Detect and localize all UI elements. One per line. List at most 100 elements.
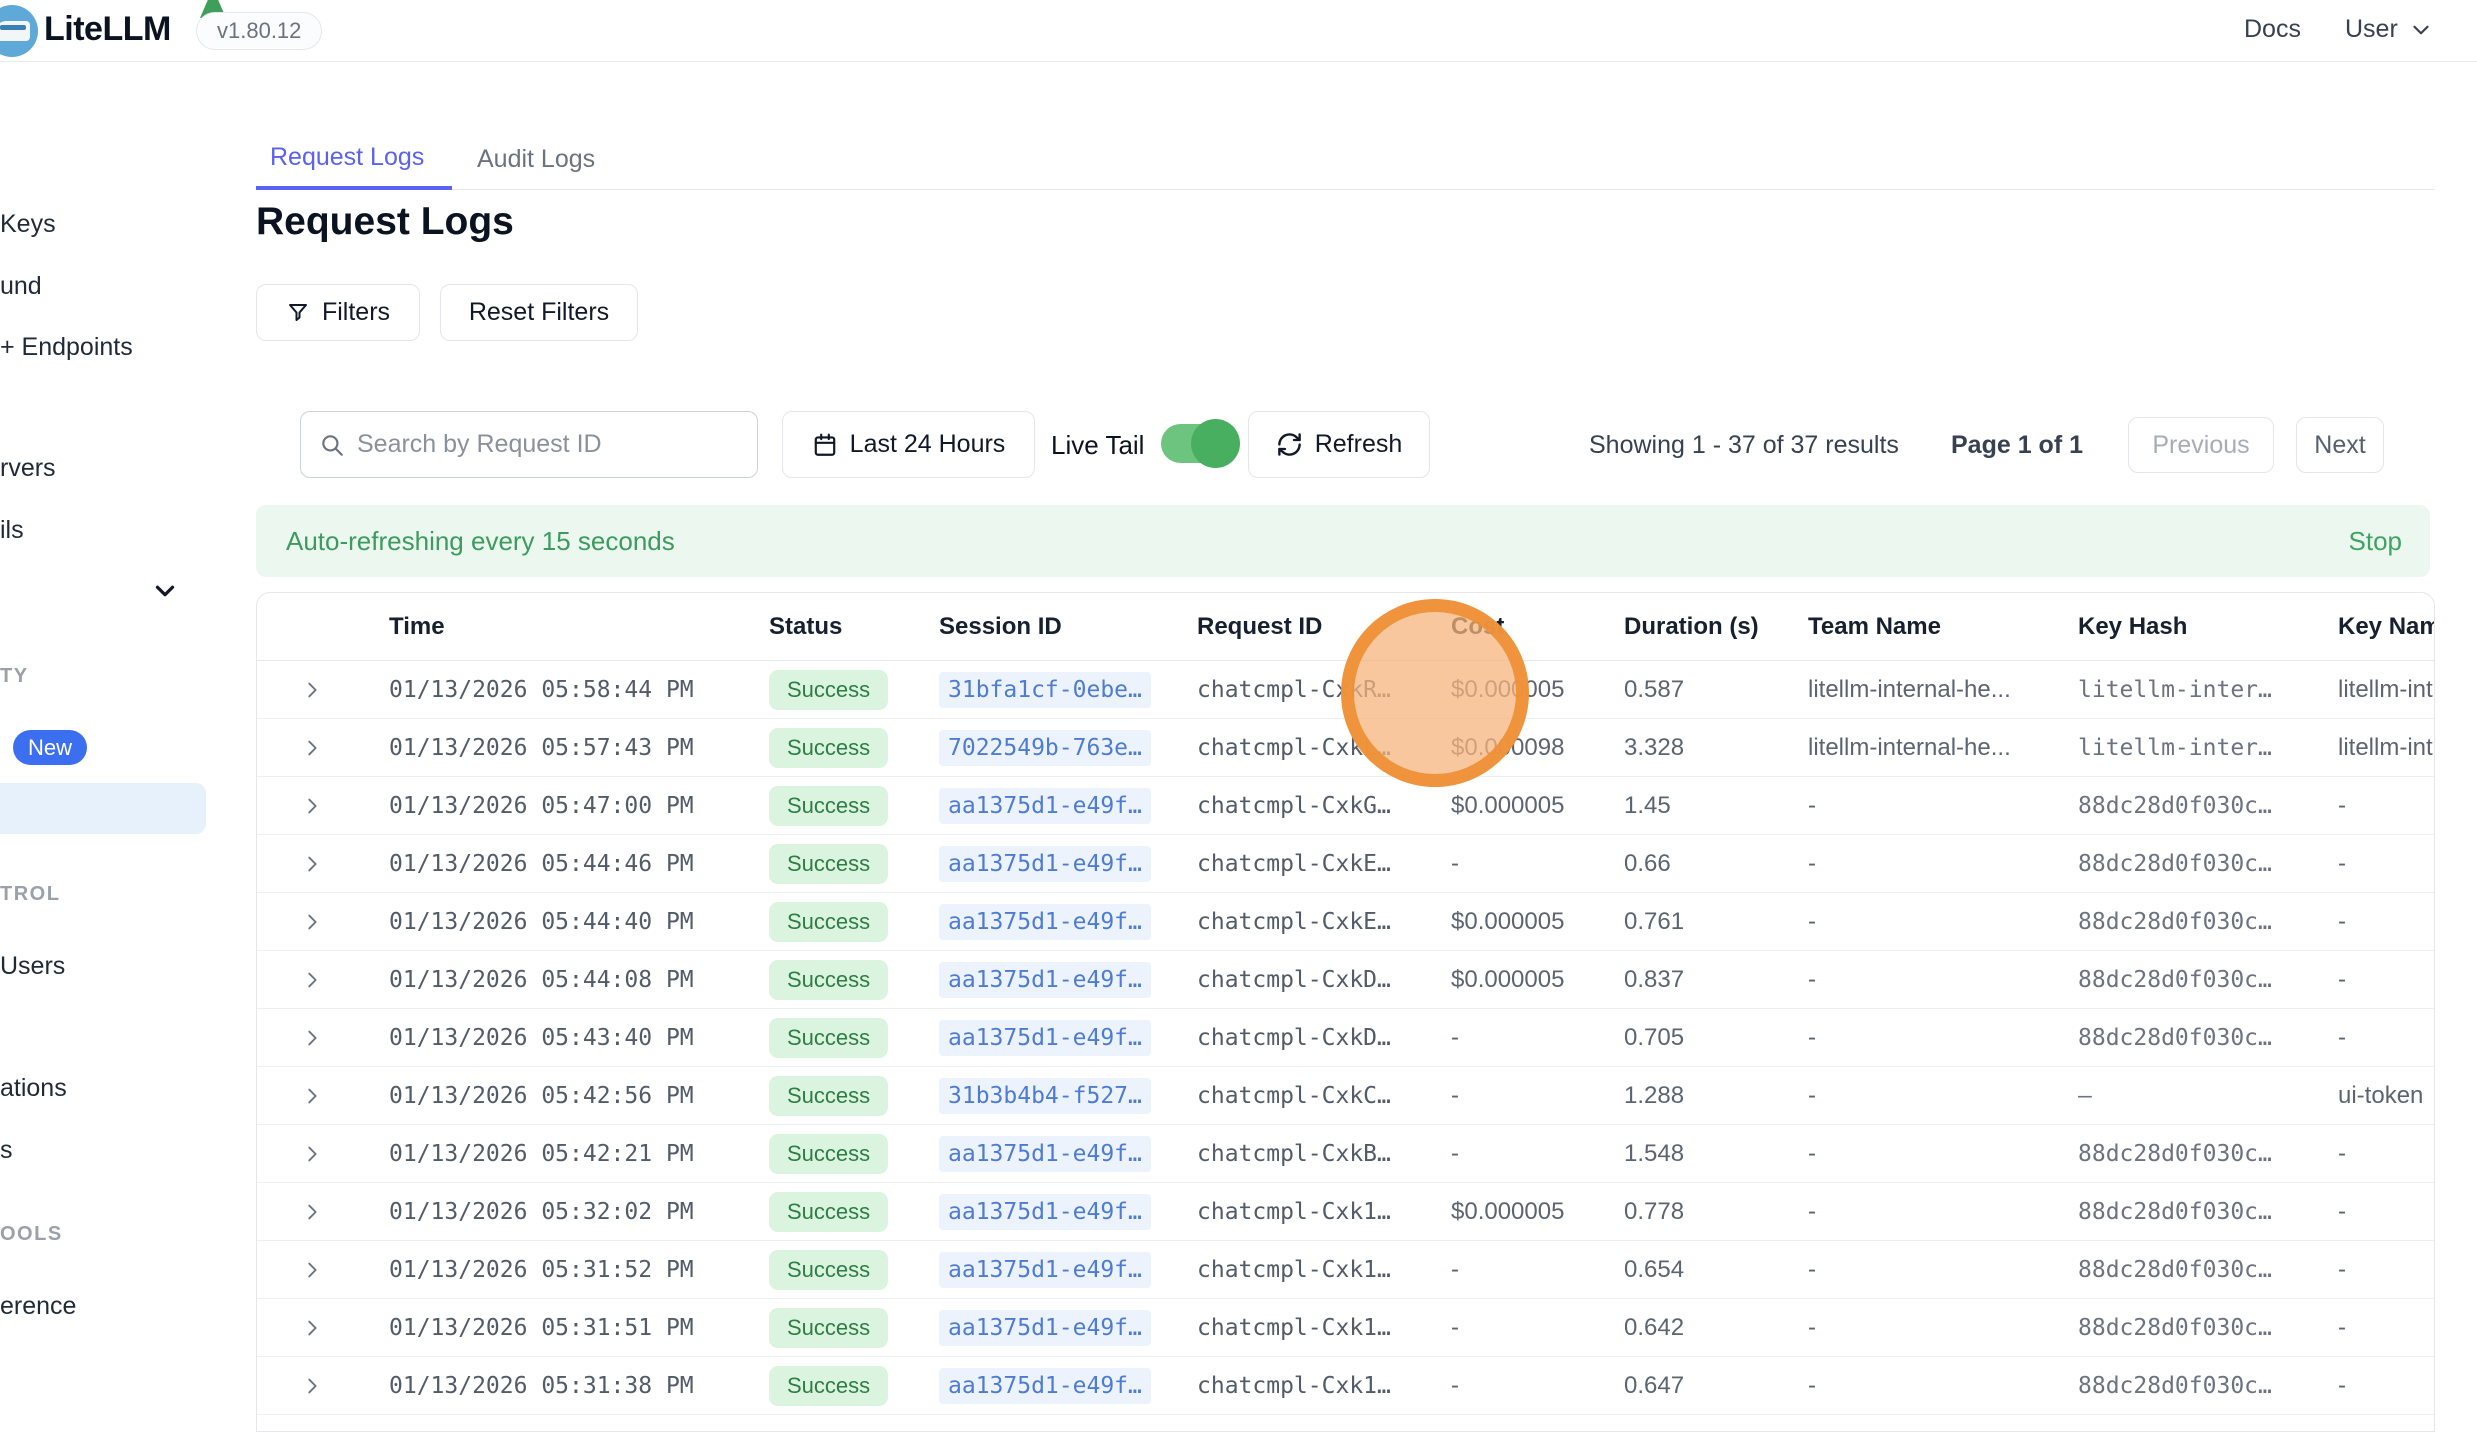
cell-cost: - xyxy=(1451,1256,1624,1284)
cell-time: 01/13/2026 05:44:46 PM xyxy=(389,851,769,877)
cell-session-id: aa1375d1-e49f… xyxy=(939,904,1197,940)
cell-key-name: litellm-int xyxy=(2338,676,2434,704)
tab-request-logs[interactable]: Request Logs xyxy=(256,128,452,190)
cell-duration: 0.705 xyxy=(1624,1024,1808,1052)
cell-team-name: - xyxy=(1808,792,2078,820)
session-id-link[interactable]: 31b3b4b4-f527… xyxy=(939,1078,1151,1114)
cell-status: Success xyxy=(769,960,939,1000)
stop-auto-refresh-link[interactable]: Stop xyxy=(2349,526,2403,557)
session-id-link[interactable]: 7022549b-763e… xyxy=(939,730,1151,766)
cell-key-hash: 88dc28d0f030c… xyxy=(2078,1373,2338,1399)
cell-session-id: 31bfa1cf-0ebe… xyxy=(939,672,1197,708)
table-row: 01/13/2026 05:44:40 PM Success aa1375d1-… xyxy=(257,893,2434,951)
calendar-icon xyxy=(812,432,838,458)
chevron-right-icon xyxy=(301,1317,323,1339)
expand-row-button[interactable] xyxy=(257,795,389,817)
session-id-link[interactable]: aa1375d1-e49f… xyxy=(939,1194,1151,1230)
expand-row-button[interactable] xyxy=(257,911,389,933)
sidebar-item-logs-active[interactable] xyxy=(0,783,206,834)
session-id-link[interactable]: aa1375d1-e49f… xyxy=(939,788,1151,824)
new-badge: New xyxy=(13,730,87,765)
cell-request-id: chatcmpl-Cxk1… xyxy=(1197,1257,1451,1283)
header-cost: Cost xyxy=(1451,613,1624,641)
table-row: 01/13/2026 05:32:02 PM Success aa1375d1-… xyxy=(257,1183,2434,1241)
sidebar-item-guardrails[interactable]: ils xyxy=(0,516,24,545)
expand-row-button[interactable] xyxy=(257,853,389,875)
session-id-link[interactable]: aa1375d1-e49f… xyxy=(939,1020,1151,1056)
cell-request-id: chatcmpl-CxkE… xyxy=(1197,851,1451,877)
table-header-row: Time Status Session ID Request ID Cost D… xyxy=(257,593,2434,661)
expand-row-button[interactable] xyxy=(257,1027,389,1049)
session-id-link[interactable]: aa1375d1-e49f… xyxy=(939,962,1151,998)
cell-request-id: chatcmpl-CxkE… xyxy=(1197,909,1451,935)
filters-button[interactable]: Filters xyxy=(256,284,420,341)
search-input[interactable] xyxy=(357,430,741,459)
refresh-button[interactable]: Refresh xyxy=(1248,411,1430,478)
session-id-link[interactable]: aa1375d1-e49f… xyxy=(939,1368,1151,1404)
nav-docs-link[interactable]: Docs xyxy=(2244,15,2301,44)
cell-key-hash: 88dc28d0f030c… xyxy=(2078,1025,2338,1051)
cell-request-id: chatcmpl-CxkB… xyxy=(1197,1141,1451,1167)
status-badge: Success xyxy=(769,844,888,884)
session-id-link[interactable]: aa1375d1-e49f… xyxy=(939,1136,1151,1172)
session-id-link[interactable]: aa1375d1-e49f… xyxy=(939,846,1151,882)
chevron-right-icon xyxy=(301,795,323,817)
chevron-right-icon xyxy=(301,1201,323,1223)
cell-team-name: litellm-internal-he... xyxy=(1808,676,2078,704)
page-title: Request Logs xyxy=(256,200,514,244)
next-page-button[interactable]: Next xyxy=(2296,417,2384,473)
cell-key-hash: 88dc28d0f030c… xyxy=(2078,1257,2338,1283)
next-label: Next xyxy=(2314,431,2365,460)
toggle-knob xyxy=(1191,419,1240,468)
expand-row-button[interactable] xyxy=(257,969,389,991)
time-range-button[interactable]: Last 24 Hours xyxy=(782,411,1035,478)
expand-row-button[interactable] xyxy=(257,737,389,759)
header-session-id: Session ID xyxy=(939,613,1197,641)
tab-audit-logs-label: Audit Logs xyxy=(477,145,595,174)
sidebar-item-users[interactable]: Users xyxy=(0,952,65,981)
cell-duration: 0.642 xyxy=(1624,1314,1808,1342)
status-badge: Success xyxy=(769,1250,888,1290)
session-id-link[interactable]: aa1375d1-e49f… xyxy=(939,904,1151,940)
status-badge: Success xyxy=(769,1018,888,1058)
session-id-link[interactable]: aa1375d1-e49f… xyxy=(939,1252,1151,1288)
sidebar-item-teams[interactable]: s xyxy=(0,1136,13,1165)
sidebar-item-endpoints[interactable]: + Endpoints xyxy=(0,333,133,362)
nav-user-menu[interactable]: User xyxy=(2345,15,2434,44)
session-id-link[interactable]: aa1375d1-e49f… xyxy=(939,1310,1151,1346)
page-indicator: Page 1 of 1 xyxy=(1951,431,2083,460)
cell-key-hash: litellm-inter… xyxy=(2078,735,2338,761)
cell-time: 01/13/2026 05:44:08 PM xyxy=(389,967,769,993)
live-tail-toggle[interactable] xyxy=(1161,424,1235,463)
sidebar-item-api-reference[interactable]: erence xyxy=(0,1292,76,1321)
expand-row-button[interactable] xyxy=(257,1201,389,1223)
previous-label: Previous xyxy=(2152,431,2249,460)
status-badge: Success xyxy=(769,1076,888,1116)
cell-team-name: - xyxy=(1808,850,2078,878)
session-id-link[interactable]: 31bfa1cf-0ebe… xyxy=(939,672,1151,708)
cell-key-name: - xyxy=(2338,1256,2434,1284)
sidebar-item-servers[interactable]: rvers xyxy=(0,454,56,483)
previous-page-button[interactable]: Previous xyxy=(2128,417,2274,473)
sidebar-item-keys[interactable]: Keys xyxy=(0,210,56,239)
auto-refresh-banner: Auto-refreshing every 15 seconds Stop xyxy=(256,505,2430,577)
expand-row-button[interactable] xyxy=(257,1317,389,1339)
cell-key-hash: 88dc28d0f030c… xyxy=(2078,1315,2338,1341)
sidebar-collapse-chevron-icon[interactable] xyxy=(150,576,180,606)
cell-request-id: chatcmpl-Cxk1… xyxy=(1197,1199,1451,1225)
cell-cost: $0.000005 xyxy=(1451,676,1624,704)
expand-row-button[interactable] xyxy=(257,1375,389,1397)
expand-row-button[interactable] xyxy=(257,679,389,701)
sidebar-item-playground[interactable]: und xyxy=(0,272,42,301)
expand-row-button[interactable] xyxy=(257,1143,389,1165)
reset-filters-button[interactable]: Reset Filters xyxy=(440,284,638,341)
expand-row-button[interactable] xyxy=(257,1085,389,1107)
expand-row-button[interactable] xyxy=(257,1259,389,1281)
chevron-right-icon xyxy=(301,1027,323,1049)
cell-duration: 0.761 xyxy=(1624,908,1808,936)
tab-audit-logs[interactable]: Audit Logs xyxy=(461,128,611,190)
sidebar-item-organizations[interactable]: ations xyxy=(0,1074,67,1103)
search-box[interactable] xyxy=(300,411,758,478)
cell-time: 01/13/2026 05:32:02 PM xyxy=(389,1199,769,1225)
cell-key-name: - xyxy=(2338,908,2434,936)
